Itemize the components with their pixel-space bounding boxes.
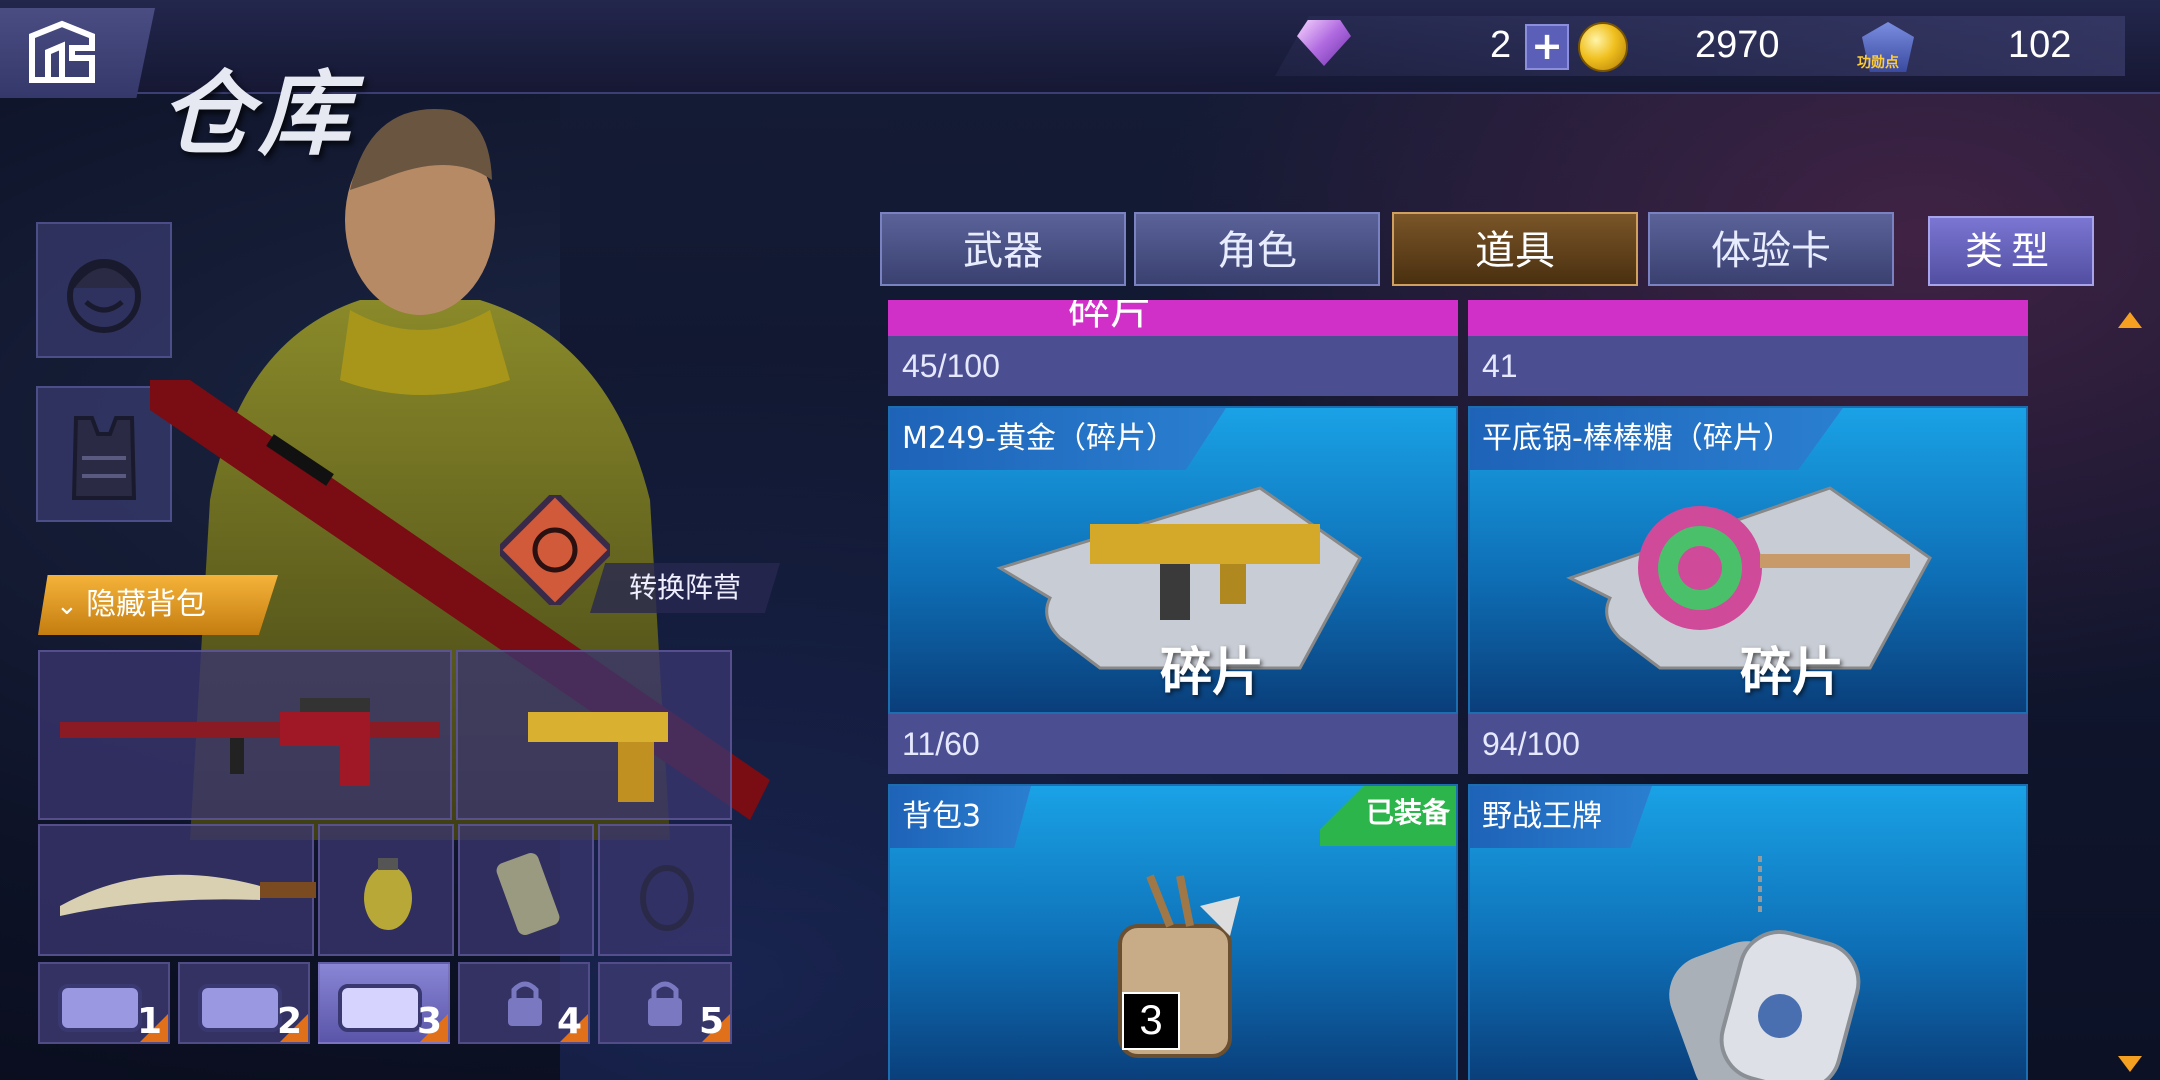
melee-weapon-slot[interactable] (38, 824, 330, 956)
scroll-up-icon[interactable] (2118, 312, 2142, 328)
item-title: 野战王牌 (1470, 786, 1652, 848)
camp-badge-icon (500, 495, 610, 605)
tab-characters[interactable]: 角色 (1134, 212, 1380, 286)
item-title: M249-黄金（碎片） (890, 408, 1226, 470)
item-count: 94/100 (1468, 714, 2028, 774)
hide-backpack-label: 隐藏背包 (86, 587, 207, 622)
partial-card-title: 碎片 (1068, 300, 1153, 334)
merit-label: 功勋点 (1857, 55, 1899, 71)
hide-backpack-button[interactable]: ⌄ 隐藏背包 (38, 575, 278, 635)
type-filter-button[interactable]: 类型 (1928, 216, 2094, 286)
item-count: 45/100 (888, 336, 1458, 396)
tab-items[interactable]: 道具 (1392, 212, 1638, 286)
scroll-down-icon[interactable] (2118, 1056, 2142, 1072)
pistol-icon (528, 712, 668, 802)
backpack-tab-number: 5 (698, 1001, 724, 1042)
dog-tag-icon (1669, 856, 1861, 1080)
add-diamond-button[interactable]: + (1525, 24, 1569, 70)
fragment-label: 碎片 (1740, 643, 1845, 703)
coin-icon (1578, 22, 1628, 72)
backpack-tab-number: 2 (276, 1001, 302, 1042)
backpack-tab-2[interactable]: 2 (178, 962, 310, 1044)
backpack-tab-number: 3 (416, 1001, 442, 1042)
primary-weapon-slot[interactable] (38, 650, 452, 820)
home-icon (29, 20, 95, 83)
switch-camp-button[interactable]: 转换阵营 (590, 563, 780, 613)
item-count: 41 (1468, 336, 2028, 396)
home-button[interactable] (0, 8, 155, 98)
item-title: 平底锅-棒棒糖（碎片） (1470, 408, 1843, 470)
item-card-field-ace[interactable]: 野战王牌 (1468, 784, 2028, 1080)
item-grid: 碎片 45/100 41 M249-黄金（碎片） 碎片 平底锅-棒棒糖（碎片） … (870, 300, 2045, 1080)
equipped-badge: 已装备 (1320, 786, 1456, 846)
backpack-tab-number: 1 (136, 1001, 162, 1042)
tab-weapons[interactable]: 武器 (880, 212, 1126, 286)
grenade-slot[interactable] (318, 824, 454, 956)
item-card-backpack-3[interactable]: 背包3 已装备 3 (888, 784, 1458, 1080)
backpack-tab-1[interactable]: 1 (38, 962, 170, 1044)
frag-grenade-icon (364, 858, 412, 930)
merit-count: 102 (2008, 24, 2072, 66)
tab-trial-cards[interactable]: 体验卡 (1648, 212, 1894, 286)
backpack-tab-number: 4 (556, 1001, 582, 1042)
diamond-count: 2 (1490, 24, 1512, 66)
item-card-pan-lollipop-fragment[interactable]: 平底锅-棒棒糖（碎片） 碎片 (1468, 406, 2028, 714)
backpack-tab-4[interactable]: 4 (458, 962, 590, 1044)
item-title: 背包3 (890, 786, 1032, 848)
backpack-item-icon (1118, 874, 1240, 1058)
backpack-tab-3[interactable]: 3 (318, 962, 450, 1044)
rarity-bar: 碎片 (888, 300, 1458, 336)
rarity-bar (1468, 300, 2028, 336)
empty-grenade-slot[interactable] (598, 824, 732, 956)
type-filter-label: 类型 (1964, 229, 2057, 273)
fragment-label: 碎片 (1160, 643, 1265, 703)
machete-icon (60, 874, 330, 916)
coin-count: 2970 (1695, 24, 1780, 66)
smoke-grenade-icon (496, 853, 560, 935)
chevron-down-icon: ⌄ (56, 591, 87, 621)
grenade-outline-icon (640, 865, 694, 931)
backpack-tab-5[interactable]: 5 (598, 962, 732, 1044)
secondary-weapon-slot[interactable] (456, 650, 732, 820)
quantity-badge: 3 (1122, 992, 1180, 1050)
smoke-grenade-slot[interactable] (458, 824, 594, 956)
item-card-m249-gold-fragment[interactable]: M249-黄金（碎片） 碎片 (888, 406, 1458, 714)
item-count: 11/60 (888, 714, 1458, 774)
sniper-rifle-icon (60, 698, 440, 786)
